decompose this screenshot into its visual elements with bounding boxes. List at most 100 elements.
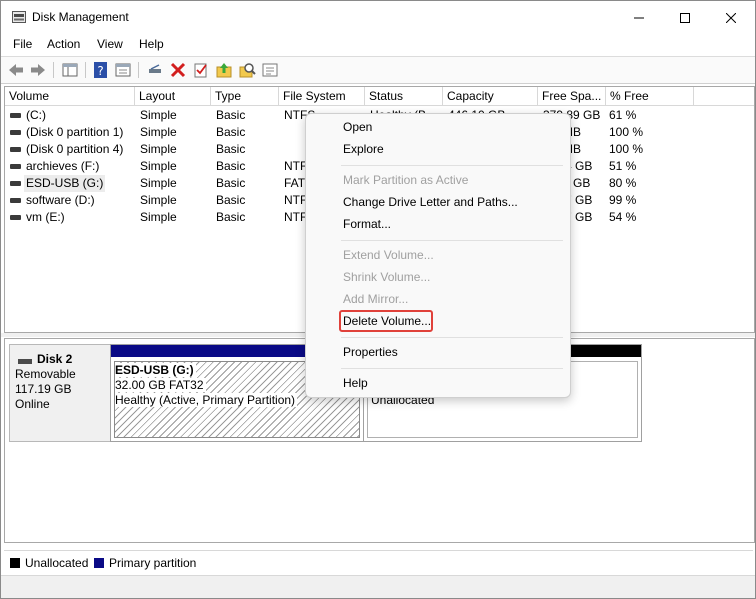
cell-type: Basic	[216, 176, 246, 190]
delete-icon[interactable]	[169, 61, 187, 79]
menu-action[interactable]: Action	[47, 37, 80, 51]
disk-icon	[18, 359, 32, 364]
column-free-space[interactable]: Free Spa...	[538, 87, 606, 105]
menu-file[interactable]: File	[13, 37, 32, 51]
forward-icon[interactable]	[29, 61, 47, 79]
context-menu: Open Explore Mark Partition as Active Ch…	[305, 113, 571, 398]
column-volume[interactable]: Volume	[5, 87, 135, 105]
disk-management-window: Disk Management File Action View Help ?	[0, 0, 756, 599]
column-layout[interactable]: Layout	[135, 87, 211, 105]
volume-icon	[10, 164, 21, 169]
menu-mark-active: Mark Partition as Active	[343, 173, 469, 187]
cell-percent: 61 %	[609, 108, 637, 122]
partition-name: ESD-USB (G:)	[115, 363, 196, 377]
cell-volume: (Disk 0 partition 1)	[26, 125, 124, 139]
column-file-system[interactable]: File System	[279, 87, 365, 105]
menu-change-drive-letter[interactable]: Change Drive Letter and Paths...	[343, 195, 518, 209]
disk-size: 117.19 GB	[15, 382, 72, 396]
maximize-button[interactable]	[662, 1, 708, 34]
toolbar-separator	[85, 62, 86, 78]
cell-volume: software (D:)	[26, 193, 95, 207]
status-bar	[1, 575, 755, 598]
toolbar-separator	[53, 62, 54, 78]
cell-layout: Simple	[140, 210, 177, 224]
cell-type: Basic	[216, 125, 246, 139]
menu-explore[interactable]: Explore	[343, 142, 384, 156]
volume-icon	[10, 147, 21, 152]
partition-health: Healthy (Active, Primary Partition)	[115, 393, 298, 407]
toolbar-separator	[138, 62, 139, 78]
search-icon[interactable]	[238, 61, 256, 79]
menu-properties[interactable]: Properties	[343, 345, 398, 359]
close-button[interactable]	[708, 1, 754, 34]
disk-label-box[interactable]: Disk 2 Removable 117.19 GB Online	[9, 344, 112, 442]
check-icon[interactable]	[192, 61, 210, 79]
properties-icon[interactable]	[114, 61, 132, 79]
menu-separator	[341, 240, 563, 241]
menu-separator	[341, 337, 563, 338]
column-type[interactable]: Type	[211, 87, 279, 105]
cell-volume: (Disk 0 partition 4)	[26, 142, 124, 156]
window-title: Disk Management	[32, 10, 129, 24]
cell-type: Basic	[216, 142, 246, 156]
menu-view[interactable]: View	[97, 37, 123, 51]
cell-type: Basic	[216, 193, 246, 207]
partition-size-fs: 32.00 GB FAT32	[115, 378, 206, 392]
menu-bar: File Action View Help	[1, 34, 755, 54]
connect-icon[interactable]	[146, 61, 164, 79]
cell-layout: Simple	[140, 193, 177, 207]
unallocated-swatch	[10, 558, 20, 568]
settings-icon[interactable]	[261, 61, 279, 79]
column-percent-free[interactable]: % Free	[606, 87, 694, 105]
console-tree-icon[interactable]	[61, 61, 79, 79]
cell-percent: 80 %	[609, 176, 637, 190]
column-status[interactable]: Status	[365, 87, 443, 105]
back-icon[interactable]	[7, 61, 25, 79]
cell-percent: 100 %	[609, 142, 644, 156]
cell-layout: Simple	[140, 142, 177, 156]
menu-extend-volume: Extend Volume...	[343, 248, 434, 262]
menu-add-mirror: Add Mirror...	[343, 292, 409, 306]
legend-bar: Unallocated Primary partition	[4, 550, 753, 573]
column-capacity[interactable]: Capacity	[443, 87, 538, 105]
cell-layout: Simple	[140, 176, 177, 190]
cell-layout: Simple	[140, 108, 177, 122]
close-icon	[726, 12, 736, 23]
disk-kind: Removable	[15, 367, 76, 381]
cell-layout: Simple	[140, 125, 177, 139]
menu-help[interactable]: Help	[139, 37, 164, 51]
svg-text:?: ?	[97, 64, 103, 78]
minimize-button[interactable]	[616, 1, 662, 34]
cell-fs: NTF	[284, 193, 308, 207]
menu-delete-volume[interactable]: Delete Volume...	[343, 314, 431, 328]
volume-icon	[10, 130, 21, 135]
cell-percent: 100 %	[609, 125, 644, 139]
volume-icon	[10, 113, 21, 118]
menu-separator	[341, 368, 563, 369]
menu-help-item[interactable]: Help	[343, 376, 368, 390]
menu-separator	[341, 165, 563, 166]
volume-icon	[10, 181, 21, 186]
menu-format[interactable]: Format...	[343, 217, 391, 231]
cell-volume: ESD-USB (G:)	[24, 175, 106, 192]
cell-percent: 54 %	[609, 210, 637, 224]
cell-fs: FAT	[284, 176, 306, 190]
cell-volume: (C:)	[26, 108, 46, 122]
primary-swatch	[94, 558, 104, 568]
help-icon[interactable]: ?	[92, 61, 110, 79]
disk-state: Online	[15, 397, 50, 411]
legend-unallocated: Unallocated	[25, 556, 89, 570]
maximize-icon	[680, 12, 690, 23]
menu-open[interactable]: Open	[343, 120, 372, 134]
cell-percent: 99 %	[609, 193, 637, 207]
cell-fs: NTF	[284, 210, 308, 224]
title-bar: Disk Management	[1, 1, 755, 34]
menu-shrink-volume: Shrink Volume...	[343, 270, 431, 284]
disk-management-icon	[12, 11, 26, 23]
cell-type: Basic	[216, 159, 246, 173]
cell-volume: vm (E:)	[26, 210, 65, 224]
volume-icon	[10, 215, 21, 220]
folder-up-icon[interactable]	[215, 61, 233, 79]
cell-percent: 51 %	[609, 159, 637, 173]
cell-fs: NTF	[284, 159, 308, 173]
